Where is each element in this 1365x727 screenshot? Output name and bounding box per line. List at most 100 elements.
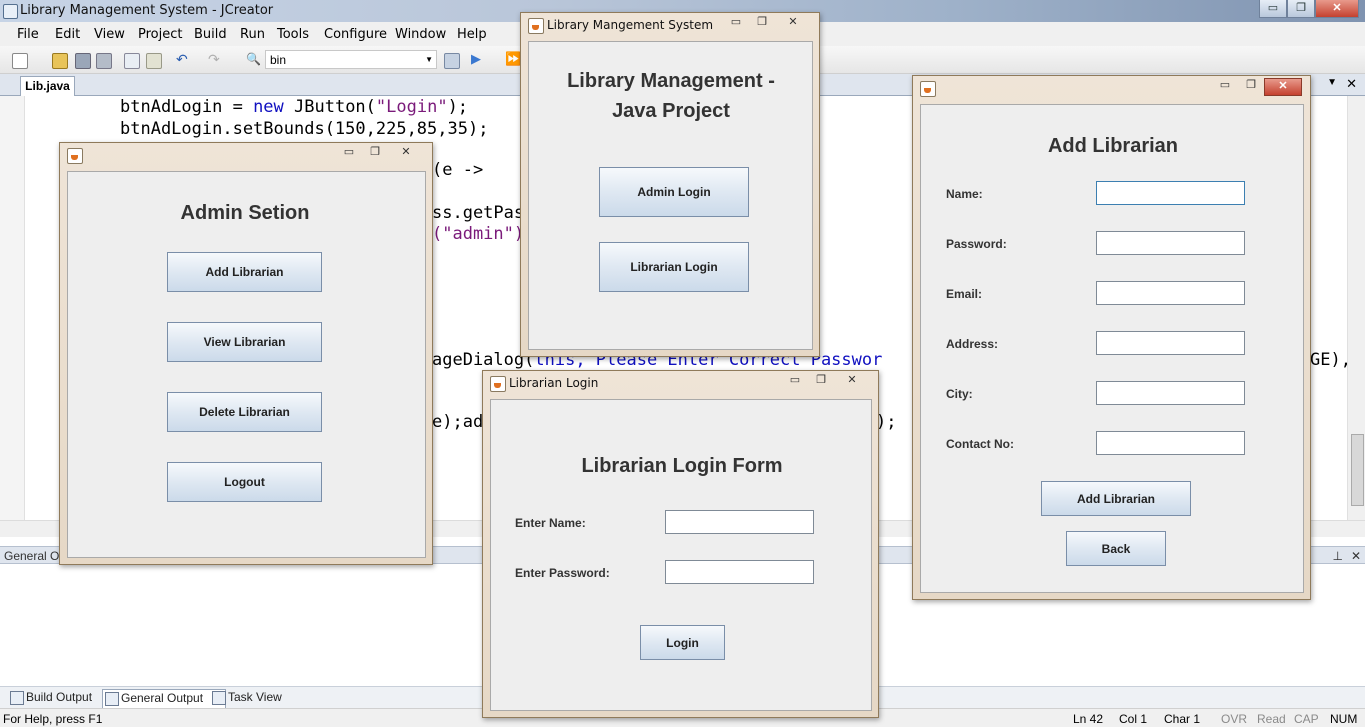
status-ovr: OVR: [1221, 712, 1248, 726]
save-icon[interactable]: [75, 53, 91, 69]
jcreator-app-icon: [3, 4, 18, 19]
view-librarian-button[interactable]: View Librarian: [167, 322, 322, 362]
email-field[interactable]: [1096, 281, 1245, 305]
minimize-button[interactable]: ▭: [782, 373, 808, 389]
undo-icon[interactable]: ↶: [176, 52, 190, 67]
redo-icon[interactable]: ↷: [208, 52, 222, 67]
tab-build-output[interactable]: Build Output: [8, 689, 116, 707]
minimize-button[interactable]: ▭: [1212, 78, 1238, 94]
menu-help[interactable]: Help: [457, 27, 487, 42]
execute-icon[interactable]: ⏩: [505, 52, 521, 67]
copy-icon[interactable]: [124, 53, 140, 69]
status-read: Read: [1257, 712, 1286, 726]
menu-edit[interactable]: Edit: [55, 27, 80, 42]
configuration-combo[interactable]: bin ▼: [265, 50, 437, 69]
code-line: (e ->: [432, 160, 484, 180]
close-tab-icon[interactable]: ✕: [1346, 76, 1357, 92]
menu-window[interactable]: Window: [395, 27, 446, 42]
library-main-window: Library Mangement System ▭ ❐ ✕ Library M…: [520, 12, 820, 357]
name-label: Enter Name:: [515, 516, 586, 530]
pin-icon[interactable]: ⊥: [1333, 549, 1343, 563]
main-heading-line2: Java Project: [612, 100, 730, 122]
code-line: ("admin"): [432, 224, 525, 244]
build-output-icon: [10, 691, 24, 705]
main-content-pane: Library Management - Java Project Admin …: [528, 41, 813, 350]
open-folder-icon[interactable]: [52, 53, 68, 69]
code-line: btnAdLogin = new JButton("Login");: [120, 97, 469, 117]
find-icon[interactable]: 🔍: [246, 53, 261, 67]
window-title: Librarian Login: [509, 376, 599, 390]
scroll-thumb[interactable]: [1351, 434, 1364, 506]
menu-file[interactable]: File: [17, 27, 39, 42]
code-line: GE),: [1310, 350, 1351, 370]
name-field[interactable]: [1096, 181, 1245, 205]
save-all-icon[interactable]: [96, 53, 112, 69]
admin-login-button[interactable]: Admin Login: [599, 167, 749, 217]
menu-run[interactable]: Run: [240, 27, 265, 42]
librarian-login-button[interactable]: Librarian Login: [599, 242, 749, 292]
editor-gutter: [0, 96, 25, 521]
close-button[interactable]: ✕: [834, 373, 870, 389]
maximize-button[interactable]: ❐: [1238, 78, 1264, 94]
java-icon: [67, 148, 83, 164]
java-icon: [528, 18, 544, 34]
password-field[interactable]: [1096, 231, 1245, 255]
menu-view[interactable]: View: [94, 27, 125, 42]
admin-content-pane: Admin Setion Add Librarian View Libraria…: [67, 171, 426, 558]
back-button[interactable]: Back: [1066, 531, 1166, 566]
status-line: Ln 42: [1073, 712, 1104, 726]
close-button[interactable]: ✕: [1315, 0, 1359, 18]
java-icon: [920, 81, 936, 97]
menu-build[interactable]: Build: [194, 27, 227, 42]
maximize-button[interactable]: ❐: [1287, 0, 1315, 18]
menu-configure[interactable]: Configure: [324, 27, 387, 42]
close-panel-icon[interactable]: ✕: [1351, 549, 1361, 563]
paste-icon[interactable]: [146, 53, 162, 69]
add-librarian-submit-button[interactable]: Add Librarian: [1041, 481, 1191, 516]
contact-no-label: Contact No:: [946, 437, 1014, 451]
output-panel-title: General Ou: [4, 549, 67, 563]
build-config-icon[interactable]: [444, 53, 460, 69]
city-field[interactable]: [1096, 381, 1245, 405]
editor-vertical-scrollbar[interactable]: [1347, 96, 1365, 521]
maximize-button[interactable]: ❐: [749, 15, 775, 31]
close-button[interactable]: ✕: [388, 145, 424, 161]
menu-project[interactable]: Project: [138, 27, 182, 42]
maximize-button[interactable]: ❐: [362, 145, 388, 161]
librarian-login-heading: Librarian Login Form: [581, 455, 783, 477]
address-label: Address:: [946, 337, 999, 351]
file-tab[interactable]: Lib.java: [20, 76, 75, 97]
task-view-icon: [212, 691, 226, 705]
close-button[interactable]: ✕: [775, 15, 811, 31]
minimize-button[interactable]: ▭: [723, 15, 749, 31]
status-column: Col 1: [1119, 712, 1148, 726]
general-output-icon: [105, 692, 119, 706]
add-librarian-heading: Add Librarian: [1047, 135, 1178, 157]
tab-general-output[interactable]: General Output: [102, 689, 226, 708]
password-label: Enter Password:: [515, 566, 610, 580]
close-button[interactable]: ✕: [1264, 78, 1302, 96]
app-title: Library Management System - JCreator: [20, 3, 274, 18]
tab-task-view[interactable]: Task View: [210, 689, 308, 707]
run-icon[interactable]: ▶: [471, 52, 485, 67]
new-file-icon[interactable]: [12, 53, 28, 69]
login-button[interactable]: Login: [640, 625, 725, 660]
minimize-button[interactable]: ▭: [1259, 0, 1287, 18]
contact-no-field[interactable]: [1096, 431, 1245, 455]
logout-button[interactable]: Logout: [167, 462, 322, 502]
librarian-login-content-pane: Librarian Login Form Enter Name: Enter P…: [490, 399, 872, 711]
minimize-button[interactable]: ▭: [336, 145, 362, 161]
name-field[interactable]: [665, 510, 814, 534]
tab-list-icon[interactable]: ▼: [1327, 77, 1337, 88]
name-label: Name:: [946, 187, 983, 201]
maximize-button[interactable]: ❐: [808, 373, 834, 389]
delete-librarian-button[interactable]: Delete Librarian: [167, 392, 322, 432]
status-char: Char 1: [1164, 712, 1201, 726]
code-line: ss.getPas: [432, 203, 525, 223]
address-field[interactable]: [1096, 331, 1245, 355]
add-librarian-button[interactable]: Add Librarian: [167, 252, 322, 292]
password-field[interactable]: [665, 560, 814, 584]
password-label: Password:: [946, 237, 1007, 251]
menu-tools[interactable]: Tools: [277, 27, 309, 42]
add-librarian-content-pane: Add Librarian Name: Password: Email: Add…: [920, 104, 1304, 593]
